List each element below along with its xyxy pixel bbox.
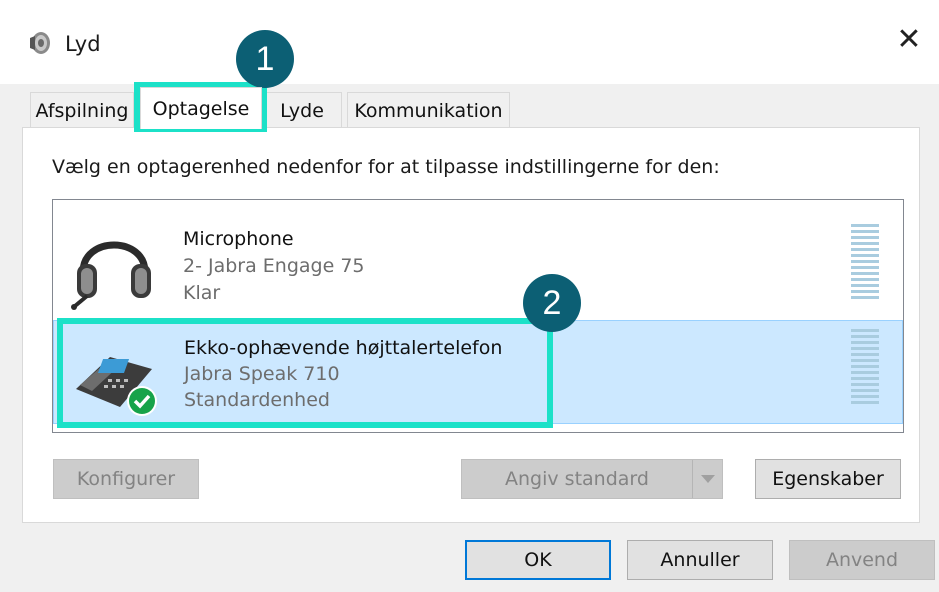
level-meter (851, 224, 879, 302)
device-item-microphone[interactable]: Microphone 2- Jabra Engage 75 Klar (53, 212, 903, 316)
tab-kommunikation[interactable]: Kommunikation (347, 92, 510, 128)
device-model: 2- Jabra Engage 75 (183, 255, 365, 277)
speaker-icon (30, 32, 50, 54)
set-default-label: Angiv standard (505, 468, 649, 490)
window-title: Lyd (65, 32, 101, 56)
chevron-down-icon[interactable] (692, 460, 722, 498)
level-meter (851, 329, 879, 407)
tab-label: Kommunikation (354, 100, 503, 122)
tab-optagelse[interactable]: Optagelse (140, 87, 262, 129)
apply-button[interactable]: Anvend (789, 540, 935, 580)
tab-label: Lyde (280, 100, 324, 122)
ok-button[interactable]: OK (465, 540, 611, 580)
close-button[interactable]: ✕ (879, 10, 939, 70)
device-name: Microphone (183, 228, 294, 250)
title-bar: Lyd ✕ (0, 0, 939, 84)
callout-highlight-2 (57, 318, 553, 428)
tab-label: Optagelse (152, 98, 250, 120)
tab-afspilning[interactable]: Afspilning (30, 92, 134, 128)
instruction-text: Vælg en optagerenhed nedenfor for at til… (52, 156, 720, 178)
tab-lyde[interactable]: Lyde (262, 92, 342, 128)
cancel-button[interactable]: Annuller (627, 540, 773, 580)
callout-badge-2: 2 (523, 274, 581, 332)
headset-icon (71, 241, 151, 310)
set-default-button[interactable]: Angiv standard (461, 459, 723, 499)
callout-badge-1: 1 (236, 30, 294, 88)
properties-button[interactable]: Egenskaber (755, 459, 901, 499)
close-icon: ✕ (896, 22, 922, 57)
device-status: Klar (183, 282, 221, 304)
configure-button[interactable]: Konfigurer (53, 459, 199, 499)
tab-label: Afspilning (35, 100, 129, 122)
